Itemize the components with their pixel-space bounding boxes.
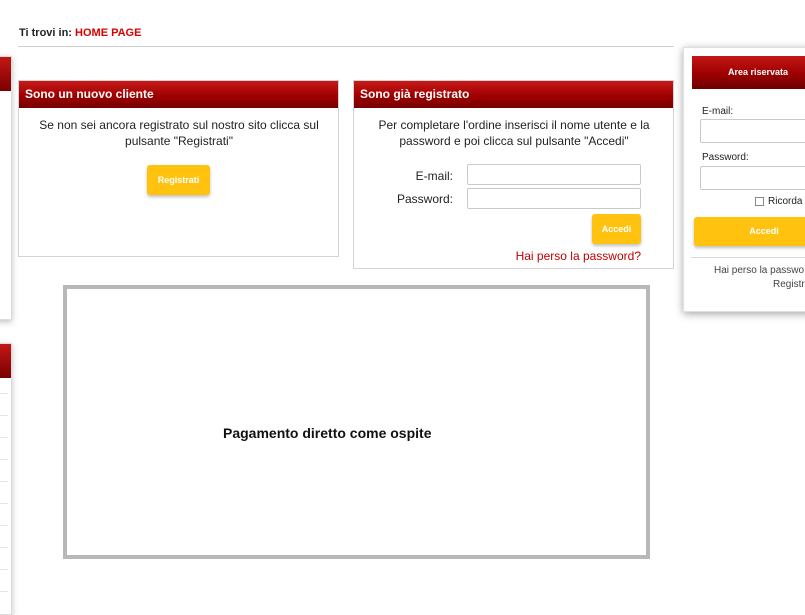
new-customer-title: Sono un nuovo cliente	[19, 81, 338, 108]
register-button[interactable]: Registrati	[147, 165, 210, 195]
reserved-divider	[691, 257, 805, 258]
reserved-lost-password-link[interactable]: Hai perso la passwo	[714, 265, 804, 276]
login-button[interactable]: Accedi	[592, 214, 641, 244]
reserved-email-field[interactable]	[700, 119, 805, 143]
registered-panel: Sono già registrato Per completare l'ord…	[353, 80, 674, 269]
reserved-area-title-text: Area riservata	[728, 67, 789, 77]
reserved-register-link[interactable]: Registr	[773, 279, 805, 290]
password-field[interactable]	[467, 188, 641, 209]
reserved-password-label: Password:	[702, 152, 749, 163]
reserved-email-label: E-mail:	[702, 106, 734, 117]
remember-label: Ricorda	[768, 196, 803, 207]
email-field[interactable]	[467, 164, 641, 185]
password-label: Password:	[396, 192, 453, 206]
email-label: E-mail:	[415, 169, 453, 183]
lost-password-link[interactable]: Hai perso la password?	[516, 249, 641, 263]
reserved-area-panel: Area riservata E-mail: Password: Ricorda…	[683, 47, 805, 312]
left-panel-rows	[0, 372, 8, 592]
registered-text: Per completare l'ordine inserisci il nom…	[378, 118, 650, 148]
left-side-panel-top	[0, 56, 12, 320]
reserved-login-button[interactable]: Accedi	[694, 217, 805, 246]
breadcrumb: Ti trovi in: HOME PAGE	[19, 27, 141, 39]
reserved-area-title: Area riservata	[692, 56, 805, 89]
guest-payment-box[interactable]: Pagamento diretto come ospite	[63, 285, 650, 559]
reserved-password-field[interactable]	[700, 166, 805, 190]
guest-payment-label[interactable]: Pagamento diretto come ospite	[223, 425, 431, 441]
remember-me[interactable]: Ricorda	[755, 196, 802, 207]
new-customer-text: Se non sei ancora registrato sul nostro …	[39, 118, 319, 148]
remember-checkbox[interactable]	[755, 197, 764, 206]
new-customer-panel: Sono un nuovo cliente Se non sei ancora …	[18, 80, 339, 257]
breadcrumb-home-link[interactable]: HOME PAGE	[75, 27, 141, 39]
registered-title: Sono già registrato	[354, 81, 673, 108]
left-panel-header	[0, 57, 11, 91]
breadcrumb-divider	[18, 46, 674, 47]
breadcrumb-prefix: Ti trovi in:	[19, 27, 72, 39]
